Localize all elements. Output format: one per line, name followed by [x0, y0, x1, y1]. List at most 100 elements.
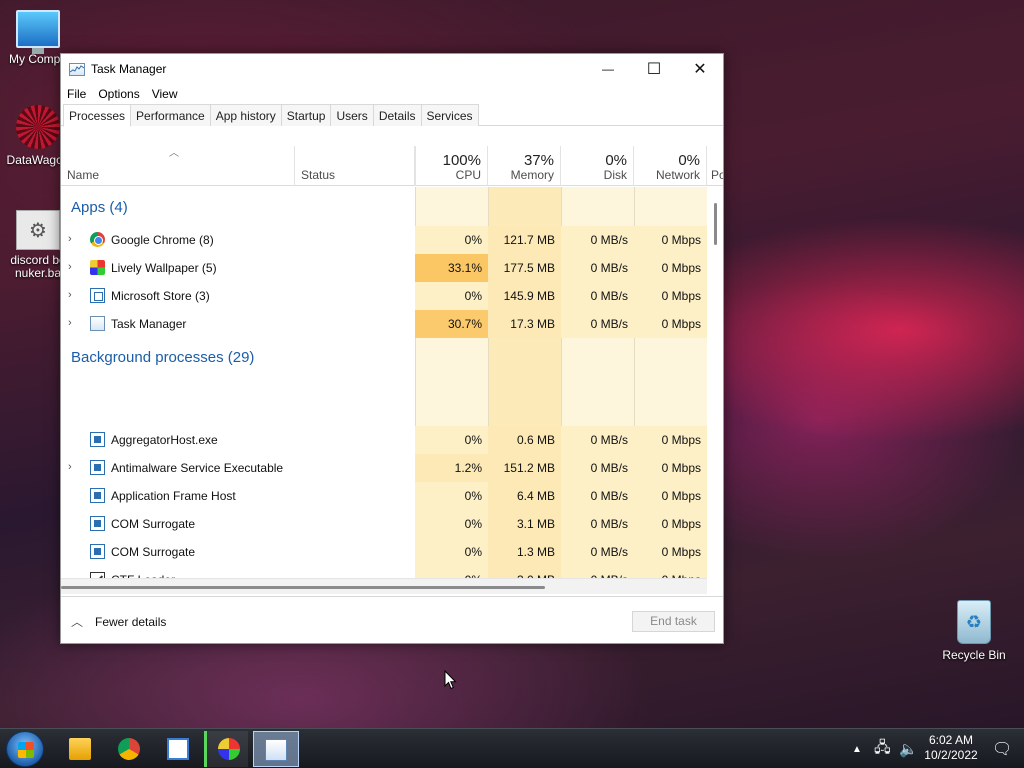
vertical-scrollbar[interactable] — [708, 187, 723, 578]
maximize-button[interactable]: ☐ — [631, 54, 677, 84]
minimize-button[interactable]: — — [585, 54, 631, 84]
horizontal-scroll-thumb[interactable] — [61, 586, 545, 589]
taskbar-task-manager[interactable] — [253, 731, 299, 767]
process-cpu: 33.1% — [415, 254, 488, 282]
process-name: AggregatorHost.exe — [111, 433, 218, 447]
process-icon — [90, 432, 105, 447]
cpu-total: 100% — [442, 152, 481, 169]
chevron-right-icon[interactable]: › — [68, 317, 72, 329]
tab-startup[interactable]: Startup — [280, 104, 332, 126]
process-cpu: 0% — [415, 510, 488, 538]
column-header-status[interactable]: Status — [295, 146, 415, 186]
chevron-right-icon[interactable]: › — [68, 233, 72, 245]
clock-time: 6:02 AM — [928, 733, 974, 747]
title-bar[interactable]: Task Manager — ☐ ✕ — [61, 54, 723, 84]
taskbar-file-explorer[interactable] — [58, 731, 102, 767]
process-row[interactable]: COM Surrogate 0% 3.1 MB 0 MB/s 0 Mbps — [61, 510, 707, 538]
process-row[interactable]: CTF Loader0%3.0 MB0 MB/s0 Mbps — [61, 566, 707, 578]
taskbar-chrome[interactable] — [107, 731, 151, 767]
process-name: COM Surrogate — [111, 517, 196, 531]
process-disk: 0 MB/s — [561, 510, 634, 538]
process-row[interactable]: AggregatorHost.exe 0% 0.6 MB 0 MB/s 0 Mbps — [61, 426, 707, 454]
menu-file[interactable]: File — [67, 87, 86, 101]
process-cpu: 0% — [415, 538, 488, 566]
process-memory: 1.3 MB — [488, 538, 561, 566]
network-icon[interactable]: 🖧 — [874, 729, 891, 768]
notification-icon[interactable]: 🗨 — [992, 729, 1012, 768]
chevron-right-icon[interactable]: › — [68, 461, 72, 473]
process-name: Google Chrome (8) — [111, 233, 214, 247]
task-manager-icon — [265, 739, 287, 761]
process-memory: 0.6 MB — [488, 426, 561, 454]
vertical-scroll-thumb[interactable] — [714, 203, 717, 245]
close-button[interactable]: ✕ — [677, 54, 723, 84]
process-row[interactable]: COM Surrogate 0% 1.3 MB 0 MB/s 0 Mbps — [61, 538, 707, 566]
menu-options[interactable]: Options — [98, 87, 139, 101]
memory-total: 37% — [523, 152, 554, 169]
volume-icon[interactable]: 🔈 — [899, 729, 918, 768]
process-disk: 0 MB/s — [561, 310, 634, 338]
end-task-button[interactable]: End task — [632, 611, 715, 632]
taskbar-clock[interactable]: 6:02 AM 10/2/2022 — [918, 733, 984, 763]
recycle-bin-icon: ♻ — [957, 600, 991, 644]
process-disk: 0 MB/s — [561, 454, 634, 482]
column-power-label: Po — [711, 168, 723, 182]
tab-processes[interactable]: Processes — [63, 104, 132, 127]
desktop-icon-recycle-bin[interactable]: ♻ Recycle Bin — [936, 600, 1012, 662]
folder-icon — [69, 738, 91, 760]
process-row[interactable]: › Google Chrome (8) 0% 121.7 MB 0 MB/s 0 Mbps — [61, 226, 707, 254]
sort-arrow-icon: ︿ — [169, 148, 179, 159]
process-row[interactable]: › Microsoft Store (3) 0% 145.9 MB 0 MB/s 0 Mb… — [61, 282, 707, 310]
tab-performance[interactable]: Performance — [130, 104, 211, 126]
store-icon — [90, 288, 105, 303]
column-header-memory[interactable]: 37% Memory — [488, 146, 561, 186]
process-memory: 145.9 MB — [488, 282, 561, 310]
chevron-right-icon[interactable]: › — [68, 261, 72, 273]
tab-details[interactable]: Details — [372, 104, 422, 126]
taskmgr-icon — [90, 316, 105, 331]
process-cpu: 1.2% — [415, 454, 488, 482]
tab-users[interactable]: Users — [330, 104, 374, 126]
chevron-up-icon: ︿ — [71, 615, 84, 629]
column-header-disk[interactable]: 0% Disk — [561, 146, 634, 186]
process-disk: 0 MB/s — [561, 426, 634, 454]
process-name: Antimalware Service Executable — [111, 461, 284, 475]
column-header-row: ︿ Name Status 100% CPU 37% Memory 0% Dis… — [61, 146, 723, 186]
process-memory: 17.3 MB — [488, 310, 561, 338]
show-hidden-icons-icon[interactable]: ▲ — [852, 729, 862, 768]
process-cpu: 0% — [415, 226, 488, 254]
column-status-label: Status — [301, 168, 336, 182]
chevron-right-icon[interactable]: › — [68, 289, 72, 301]
column-header-network[interactable]: 0% Network — [634, 146, 707, 186]
lively-icon — [90, 260, 105, 275]
menu-bar: File Options View — [61, 84, 723, 104]
process-name: Application Frame Host — [111, 489, 236, 503]
column-memory-label: Memory — [510, 168, 554, 182]
chrome-icon — [118, 738, 140, 760]
chrome-icon — [90, 232, 105, 247]
taskbar-lively-wallpaper[interactable] — [204, 731, 248, 767]
process-list[interactable]: Apps (4) Background processes (29) › Goog… — [61, 187, 707, 578]
menu-view[interactable]: View — [152, 87, 178, 101]
task-manager-window[interactable]: Task Manager — ☐ ✕ File Options View Pro… — [60, 53, 724, 644]
taskbar: ▲ 🖧 🔈 6:02 AM 10/2/2022 🗨 — [0, 728, 1024, 768]
process-row[interactable]: › Lively Wallpaper (5) 33.1% 177.5 MB 0 MB/s… — [61, 254, 707, 282]
start-button[interactable] — [6, 731, 44, 767]
process-network: 0 Mbps — [634, 426, 707, 454]
tab-services[interactable]: Services — [420, 104, 479, 126]
window-title: Task Manager — [91, 62, 167, 76]
tab-app-history[interactable]: App history — [209, 104, 282, 126]
disk-total: 0% — [605, 152, 627, 169]
process-row[interactable]: Application Frame Host 0% 6.4 MB 0 MB/s 0 Mb… — [61, 482, 707, 510]
process-disk: 0 MB/s — [561, 282, 634, 310]
taskbar-microsoft-store[interactable] — [156, 731, 200, 767]
horizontal-scrollbar[interactable] — [61, 578, 707, 594]
process-row[interactable]: › Antimalware Service Executable 1.2% 151.2… — [61, 454, 707, 482]
fewer-details-toggle[interactable]: ︿ Fewer details — [71, 613, 166, 630]
datawagon-icon — [16, 105, 60, 149]
minimize-icon: — — [602, 62, 614, 76]
process-row[interactable]: › Task Manager 30.7% 17.3 MB 0 MB/s 0 Mbps — [61, 310, 707, 338]
column-header-power[interactable]: Po — [707, 146, 723, 186]
column-header-name[interactable]: ︿ Name — [61, 146, 295, 186]
column-header-cpu[interactable]: 100% CPU — [415, 146, 488, 186]
